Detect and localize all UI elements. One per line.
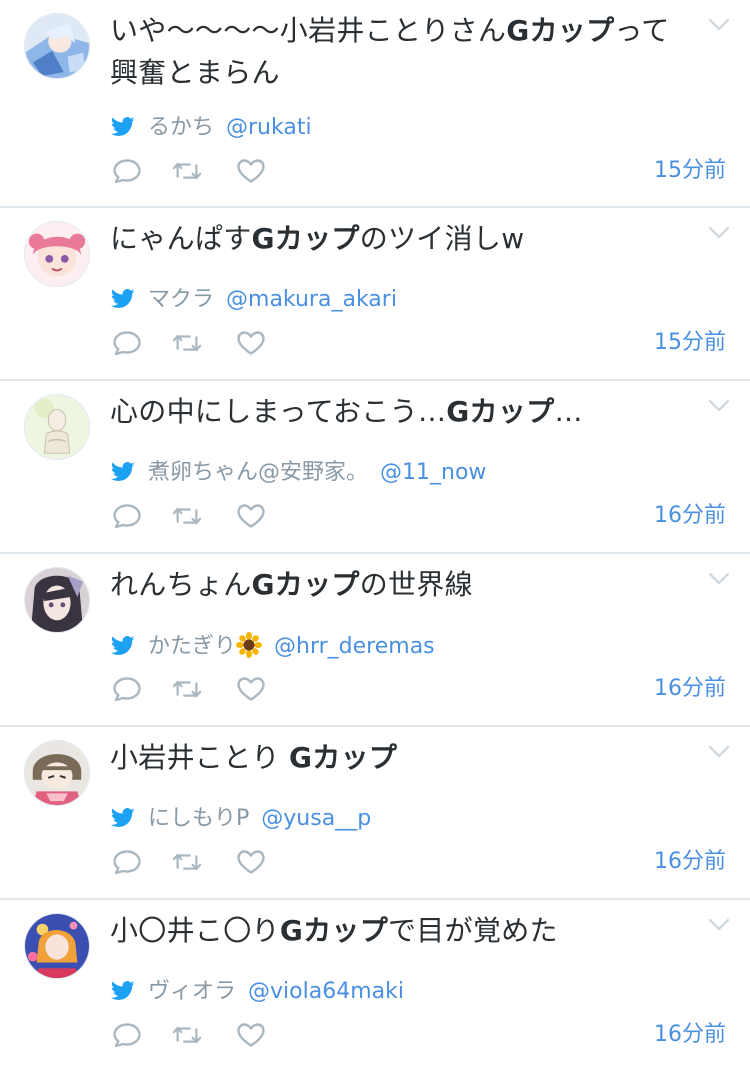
tweet-source: マクラ @makura_akari bbox=[110, 286, 397, 314]
timestamp[interactable]: 15分前 bbox=[654, 156, 726, 186]
twitter-bird-icon bbox=[110, 808, 136, 828]
display-name[interactable]: にしもりP bbox=[148, 806, 249, 831]
display-name[interactable]: マクラ bbox=[148, 287, 214, 312]
timestamp[interactable]: 16分前 bbox=[654, 674, 726, 704]
display-name[interactable]: 煮卵ちゃん@安野家。 bbox=[148, 460, 368, 485]
twitter-bird-icon bbox=[110, 636, 136, 656]
retweet-icon[interactable] bbox=[172, 158, 202, 184]
display-name[interactable]: ヴィオラ bbox=[148, 979, 236, 1004]
twitter-bird-icon bbox=[110, 289, 136, 309]
tweet-text: 心の中にしまっておこう…Gカップ… bbox=[110, 395, 583, 428]
tweet-actions: 15分前 bbox=[110, 156, 726, 186]
tweet-source: かたぎり @hrr_deremas bbox=[110, 632, 435, 661]
avatar[interactable] bbox=[24, 13, 90, 79]
display-name[interactable]: るかち bbox=[148, 115, 214, 140]
tweet-item[interactable]: いや〜〜〜〜小岩井ことりさんGカップって興奮とまらん るかち @rukati 15… bbox=[0, 0, 750, 208]
avatar[interactable] bbox=[24, 913, 90, 979]
heart-icon[interactable] bbox=[236, 158, 266, 184]
tweet-actions: 16分前 bbox=[110, 501, 726, 531]
retweet-icon[interactable] bbox=[172, 849, 202, 875]
tweet-text: 小〇井こ〇りGカップで目が覚めた bbox=[110, 914, 558, 947]
tweet-item[interactable]: にゃんぱすGカップのツイ消しw マクラ @makura_akari 15分前 bbox=[0, 208, 750, 381]
reply-icon[interactable] bbox=[112, 849, 142, 875]
reply-icon[interactable] bbox=[112, 158, 142, 184]
chevron-down-icon[interactable] bbox=[708, 918, 730, 932]
twitter-bird-icon bbox=[110, 981, 136, 1001]
avatar[interactable] bbox=[24, 740, 90, 806]
retweet-icon[interactable] bbox=[172, 1022, 202, 1048]
retweet-icon[interactable] bbox=[172, 503, 202, 529]
chevron-down-icon[interactable] bbox=[708, 745, 730, 759]
chevron-down-icon[interactable] bbox=[708, 226, 730, 240]
username[interactable]: @hrr_deremas bbox=[274, 634, 435, 659]
tweet-text: いや〜〜〜〜小岩井ことりさんGカップって興奮とまらん bbox=[110, 14, 670, 89]
tweet-text: にゃんぱすGカップのツイ消しw bbox=[110, 222, 525, 255]
tweet-text: れんちょんGカップの世界線 bbox=[110, 568, 473, 601]
tweet-timeline: いや〜〜〜〜小岩井ことりさんGカップって興奮とまらん るかち @rukati 15… bbox=[0, 0, 750, 1071]
tweet-source: にしもりP @yusa__p bbox=[110, 805, 371, 833]
username[interactable]: @viola64maki bbox=[248, 979, 404, 1004]
chevron-down-icon[interactable] bbox=[708, 18, 730, 32]
reply-icon[interactable] bbox=[112, 330, 142, 356]
avatar[interactable] bbox=[24, 394, 90, 460]
tweet-item[interactable]: 心の中にしまっておこう…Gカップ… 煮卵ちゃん@安野家。 @11_now 16分前 bbox=[0, 381, 750, 554]
tweet-item[interactable]: 小〇井こ〇りGカップで目が覚めた ヴィオラ @viola64maki 16分前 bbox=[0, 900, 750, 1071]
username[interactable]: @11_now bbox=[380, 460, 486, 485]
avatar[interactable] bbox=[24, 221, 90, 287]
heart-icon[interactable] bbox=[236, 503, 266, 529]
heart-icon[interactable] bbox=[236, 1022, 266, 1048]
tweet-source: るかち @rukati bbox=[110, 114, 312, 142]
reply-icon[interactable] bbox=[112, 1022, 142, 1048]
tweet-source: 煮卵ちゃん@安野家。 @11_now bbox=[110, 459, 486, 487]
username[interactable]: @rukati bbox=[226, 115, 312, 140]
tweet-text: 小岩井ことり Gカップ bbox=[110, 741, 398, 774]
retweet-icon[interactable] bbox=[172, 676, 202, 702]
timestamp[interactable]: 15分前 bbox=[654, 328, 726, 358]
tweet-item[interactable]: 小岩井ことり Gカップ にしもりP @yusa__p 16分前 bbox=[0, 727, 750, 900]
tweet-actions: 16分前 bbox=[110, 847, 726, 877]
reply-icon[interactable] bbox=[112, 676, 142, 702]
tweet-item[interactable]: れんちょんGカップの世界線 かたぎり @hrr_deremas 16分前 bbox=[0, 554, 750, 727]
username[interactable]: @yusa__p bbox=[261, 806, 371, 831]
timestamp[interactable]: 16分前 bbox=[654, 847, 726, 877]
heart-icon[interactable] bbox=[236, 330, 266, 356]
tweet-source: ヴィオラ @viola64maki bbox=[110, 978, 404, 1006]
twitter-bird-icon bbox=[110, 462, 136, 482]
tweet-actions: 16分前 bbox=[110, 674, 726, 704]
tweet-actions: 16分前 bbox=[110, 1020, 726, 1050]
chevron-down-icon[interactable] bbox=[708, 572, 730, 586]
timestamp[interactable]: 16分前 bbox=[654, 1020, 726, 1050]
retweet-icon[interactable] bbox=[172, 330, 202, 356]
heart-icon[interactable] bbox=[236, 849, 266, 875]
twitter-bird-icon bbox=[110, 117, 136, 137]
display-name[interactable]: かたぎり bbox=[148, 634, 236, 659]
chevron-down-icon[interactable] bbox=[708, 399, 730, 413]
sunflower-icon bbox=[236, 632, 263, 658]
avatar[interactable] bbox=[24, 567, 90, 633]
username[interactable]: @makura_akari bbox=[226, 287, 397, 312]
tweet-actions: 15分前 bbox=[110, 328, 726, 358]
reply-icon[interactable] bbox=[112, 503, 142, 529]
heart-icon[interactable] bbox=[236, 676, 266, 702]
timestamp[interactable]: 16分前 bbox=[654, 501, 726, 531]
